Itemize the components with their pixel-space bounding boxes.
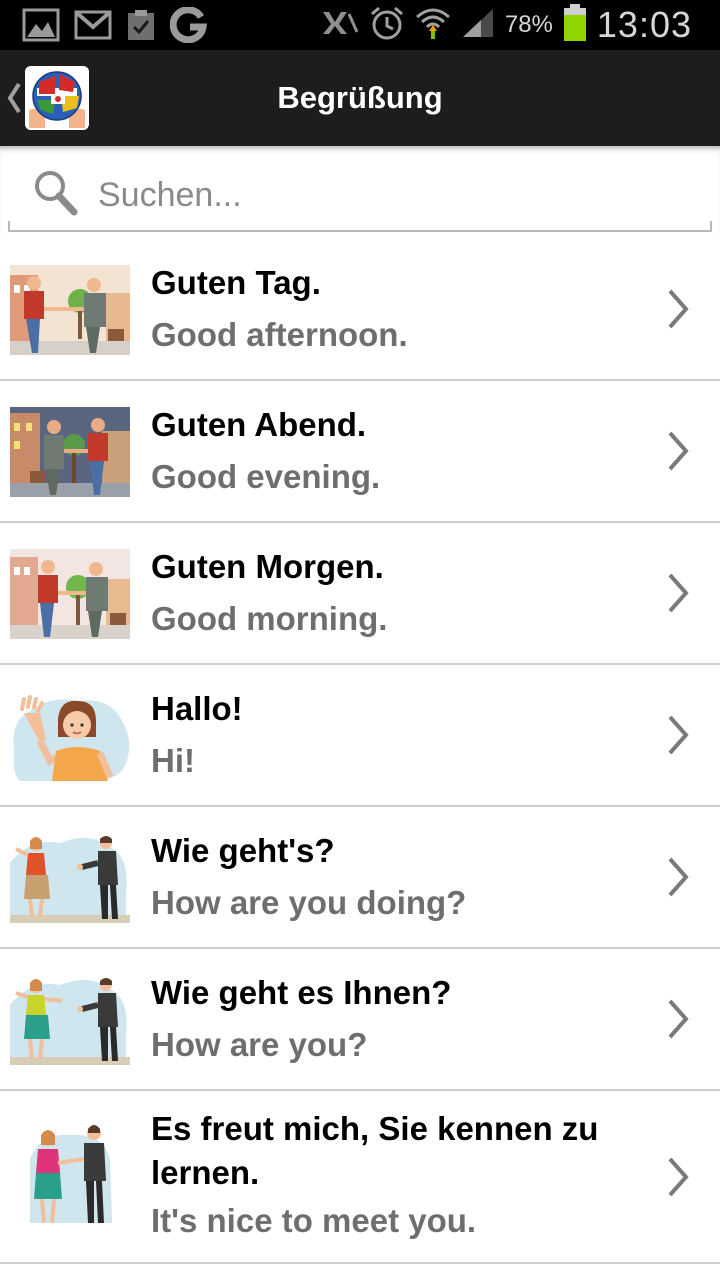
gmail-icon	[74, 8, 112, 47]
handshake-day-picture	[10, 265, 130, 355]
chevron-right-icon	[666, 1156, 690, 1203]
action-bar: Begrüßung	[0, 50, 720, 146]
english-translation: Hi!	[151, 742, 195, 779]
english-translation: It's nice to meet you.	[151, 1202, 477, 1239]
chevron-right-icon	[666, 572, 690, 619]
page-title: Begrüßung	[277, 80, 443, 115]
back-chevron-icon[interactable]	[6, 80, 22, 121]
german-phrase: Guten Morgen.	[151, 548, 384, 585]
couple-greeting-formal-picture	[10, 975, 130, 1065]
battery-percent: 78%	[504, 11, 553, 38]
german-phrase: Hallo!	[151, 690, 243, 727]
alarm-icon	[369, 5, 405, 46]
german-phrase: Wie geht es Ihnen?	[151, 974, 452, 1011]
english-translation: Good evening.	[151, 458, 381, 495]
clipboard-icon	[126, 8, 156, 47]
couple-greeting-picture	[10, 833, 130, 923]
search-input[interactable]	[98, 172, 698, 218]
english-translation: Good morning.	[151, 600, 388, 637]
chevron-right-icon	[666, 856, 690, 903]
search-field[interactable]	[8, 164, 712, 232]
german-phrase: Es freut mich, Sie kennen zu lernen.	[151, 1110, 599, 1191]
app-logo-globe-icon[interactable]	[25, 66, 89, 130]
waving-woman-picture	[10, 691, 130, 781]
handshake-morning-picture	[10, 549, 130, 639]
list-item[interactable]: Guten Morgen. Good morning.	[0, 523, 720, 665]
google-icon	[169, 6, 208, 48]
german-phrase: Wie geht's?	[151, 832, 335, 869]
phrase-list: Guten Tag. Good afternoon. Guten Abend. …	[0, 239, 720, 1264]
battery-icon	[563, 3, 587, 47]
clock: 13:03	[596, 4, 692, 45]
handshake-evening-picture	[10, 407, 130, 497]
chevron-right-icon	[666, 714, 690, 761]
chevron-right-icon	[666, 288, 690, 335]
list-item[interactable]: Es freut mich, Sie kennen zu lernen. It'…	[0, 1091, 720, 1264]
system-icons: 78% 13:03	[319, 0, 692, 50]
gallery-icon	[22, 8, 60, 47]
list-item[interactable]: Wie geht es Ihnen? How are you?	[0, 949, 720, 1091]
list-item[interactable]: Guten Abend. Good evening.	[0, 381, 720, 523]
couple-handshake-picture	[10, 1119, 130, 1231]
german-phrase: Guten Tag.	[151, 264, 321, 301]
english-translation: How are you?	[151, 1026, 368, 1063]
list-item[interactable]: Wie geht's? How are you doing?	[0, 807, 720, 949]
wifi-icon	[415, 5, 451, 46]
chevron-right-icon	[666, 998, 690, 1045]
search-icon	[32, 168, 80, 223]
chevron-right-icon	[666, 430, 690, 477]
cell-signal-icon	[461, 7, 495, 44]
list-item[interactable]: Guten Tag. Good afternoon.	[0, 239, 720, 381]
english-translation: How are you doing?	[151, 884, 467, 921]
status-bar: 78% 13:03	[0, 0, 720, 50]
german-phrase: Guten Abend.	[151, 406, 367, 443]
english-translation: Good afternoon.	[151, 316, 408, 353]
search-bar	[0, 146, 720, 238]
notification-icons	[22, 6, 208, 48]
no-signal-icon	[319, 8, 359, 43]
list-item[interactable]: Hallo! Hi!	[0, 665, 720, 807]
